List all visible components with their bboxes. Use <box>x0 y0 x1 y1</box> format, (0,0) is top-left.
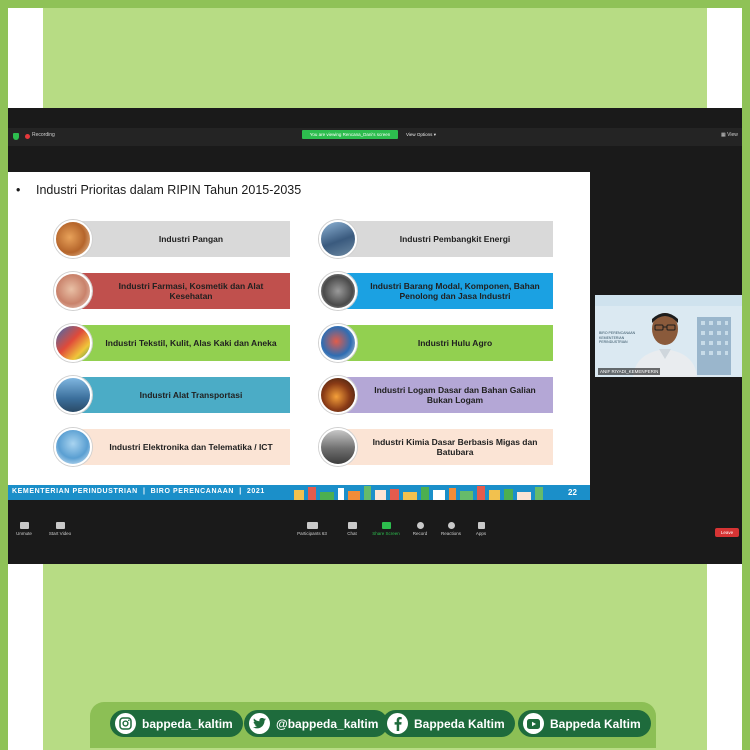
view-button[interactable]: ▦ View <box>721 132 738 138</box>
title-bullet: • <box>16 183 21 197</box>
agro-industry-icon <box>319 324 357 362</box>
facebook-link[interactable]: Bappeda Kaltim <box>382 710 515 737</box>
facebook-icon <box>387 713 408 734</box>
view-options-button[interactable]: View Options ▾ <box>406 130 446 139</box>
industry-item-label: Industri Logam Dasar dan Bahan Galian Bu… <box>341 377 553 413</box>
zoom-top-bar: Recording You are viewing Rencana_Dani's… <box>8 128 742 146</box>
chemical-industry-icon <box>319 428 357 466</box>
industry-item: Industri Tekstil, Kulit, Alas Kaki dan A… <box>54 324 290 362</box>
industry-item: Industri Barang Modal, Komponen, Bahan P… <box>319 272 553 310</box>
microphone-muted-icon <box>19 522 29 529</box>
city-skyline-illustration <box>294 486 543 500</box>
youtube-channel: Bappeda Kaltim <box>550 716 641 731</box>
slide-title-text: Industri Prioritas dalam RIPIN Tahun 201… <box>36 183 302 197</box>
video-off-icon <box>55 522 65 529</box>
view-options-label: View Options <box>406 132 433 137</box>
social-media-bar: bappeda_kaltim @bappeda_kaltim Bappeda K… <box>90 702 656 748</box>
industry-item: Industri Alat Transportasi <box>54 376 290 414</box>
metal-industry-icon <box>319 376 357 414</box>
zoom-toolbar: Unmute Start Video Participants 63 Chat … <box>8 522 742 544</box>
footer-year: 2021 <box>246 488 265 495</box>
industry-item: Industri Elektronika dan Telematika / IC… <box>54 428 290 466</box>
footer-org: KEMENTERIAN PERINDUSTRIAN <box>12 488 138 495</box>
capital-goods-industry-icon <box>319 272 357 310</box>
electronics-industry-icon <box>54 428 92 466</box>
record-icon <box>416 522 424 529</box>
start-video-label: Start Video <box>48 531 72 536</box>
industry-item: Industri Logam Dasar dan Bahan Galian Bu… <box>319 376 553 414</box>
participant-person <box>633 313 697 377</box>
recording-label: Recording <box>32 132 55 138</box>
industry-item-label: Industri Barang Modal, Komponen, Bahan P… <box>341 273 553 309</box>
unmute-button[interactable]: Unmute <box>4 522 44 536</box>
footer-unit: BIRO PERENCANAAN <box>150 488 235 495</box>
twitter-handle: @bappeda_kaltim <box>276 716 379 731</box>
industry-item: Industri Pangan <box>54 220 290 258</box>
participants-count: 63 <box>321 531 327 536</box>
apps-icon <box>477 522 485 529</box>
footer-org-line: KEMENTERIAN PERINDUSTRIAN | BIRO PERENCA… <box>12 488 265 495</box>
industry-item-label: Industri Alat Transportasi <box>76 377 290 413</box>
footer-separator: | <box>142 488 146 495</box>
industry-item-label: Industri Pangan <box>76 221 290 257</box>
participants-button[interactable]: Participants 63 <box>292 522 332 536</box>
view-label: View <box>727 132 738 138</box>
leave-button[interactable]: Leave <box>715 528 739 537</box>
facebook-page: Bappeda Kaltim <box>414 716 505 731</box>
zoom-window: Recording You are viewing Rencana_Dani's… <box>8 108 742 564</box>
industry-item: Industri Hulu Agro <box>319 324 553 362</box>
apps-label: Apps <box>475 531 487 536</box>
transport-industry-icon <box>54 376 92 414</box>
instagram-link[interactable]: bappeda_kaltim <box>110 710 243 737</box>
footer-separator: | <box>239 488 242 495</box>
slide-page-number: 22 <box>568 488 577 497</box>
participants-label: Participants 63 <box>292 531 332 536</box>
energy-industry-icon <box>319 220 357 258</box>
twitter-link[interactable]: @bappeda_kaltim <box>244 710 389 737</box>
unmute-label: Unmute <box>16 531 32 536</box>
industry-item-label: Industri Elektronika dan Telematika / IC… <box>76 429 290 465</box>
chat-icon <box>347 522 357 529</box>
start-video-button[interactable]: Start Video <box>40 522 80 536</box>
industry-item-label: Industri Pembangkit Energi <box>341 221 553 257</box>
industry-item: Industri Pembangkit Energi <box>319 220 553 258</box>
viewing-screen-banner: You are viewing Rencana_Dani's screen <box>302 130 398 139</box>
youtube-icon <box>523 713 544 734</box>
recording-icon <box>25 134 30 139</box>
shared-slide: • Industri Prioritas dalam RIPIN Tahun 20… <box>8 172 590 500</box>
apps-button[interactable]: Apps <box>461 522 501 536</box>
participant-video-tile[interactable]: BIRO PERENCANAAN KEMENTERIAN PERINDUSTRIA… <box>595 295 742 377</box>
industry-item-label: Industri Tekstil, Kulit, Alas Kaki dan A… <box>76 325 290 361</box>
share-screen-icon <box>381 522 391 529</box>
reactions-icon <box>447 522 455 529</box>
twitter-icon <box>249 713 270 734</box>
participants-text: Participants <box>297 531 321 536</box>
instagram-icon <box>115 713 136 734</box>
industry-item-label: Industri Kimia Dasar Berbasis Migas dan … <box>341 429 553 465</box>
industry-item-label: Industri Hulu Agro <box>341 325 553 361</box>
instagram-handle: bappeda_kaltim <box>142 716 233 731</box>
youtube-link[interactable]: Bappeda Kaltim <box>518 710 651 737</box>
slide-title: • Industri Prioritas dalam RIPIN Tahun 20… <box>16 183 301 197</box>
security-shield-icon[interactable] <box>13 133 19 140</box>
participants-icon <box>306 522 318 529</box>
participant-name-label: ANIF RIYADI_KEMENPERIN <box>598 368 661 375</box>
pharma-industry-icon <box>54 272 92 310</box>
industry-item-label: Industri Farmasi, Kosmetik dan Alat Kese… <box>76 273 290 309</box>
food-industry-icon <box>54 220 92 258</box>
textile-industry-icon <box>54 324 92 362</box>
industry-item: Industri Farmasi, Kosmetik dan Alat Kese… <box>54 272 290 310</box>
industry-item: Industri Kimia Dasar Berbasis Migas dan … <box>319 428 553 466</box>
